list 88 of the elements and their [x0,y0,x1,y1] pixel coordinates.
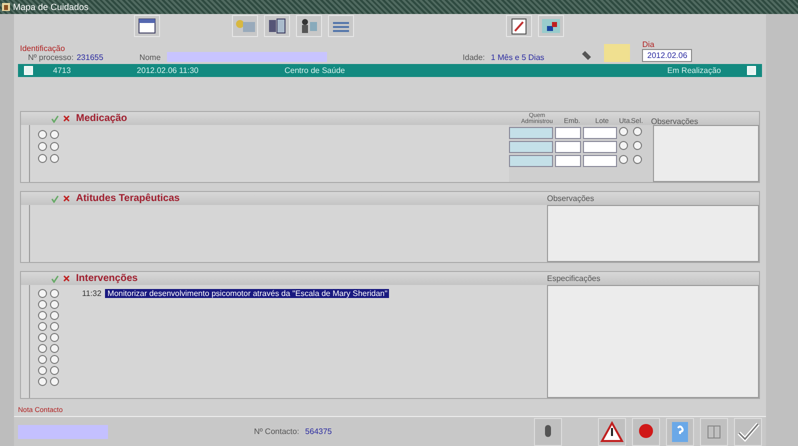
radio-button[interactable] [38,377,47,386]
age-value: 1 Mês e 5 Dias [490,53,544,62]
scroll-bar[interactable] [21,205,30,262]
column-header: Observações [651,118,700,124]
delete-icon[interactable] [63,275,70,282]
input-field[interactable] [583,127,617,139]
status-swatch [604,44,630,62]
section-title: Medicação [76,113,128,124]
radio-button[interactable] [50,154,59,162]
scroll-bar[interactable] [21,285,30,398]
notes-area[interactable] [547,205,759,262]
input-field[interactable] [509,141,553,153]
radio-button[interactable] [38,311,47,320]
pencil-icon[interactable] [506,15,532,37]
section-title: Intervenções [76,273,138,284]
radio-button[interactable] [50,366,59,375]
intervention-item[interactable]: Monitorizar desenvolvimento psicomotor através da "Escala de Mary Sheridan" [105,289,390,298]
radio-button[interactable] [633,155,642,164]
contact-number: 564375 [305,427,332,436]
radio-button[interactable] [633,127,642,136]
radio-button[interactable] [38,355,47,364]
field-label: Idade: [462,53,485,62]
radio-button[interactable] [38,142,47,150]
delete-icon[interactable] [63,195,70,202]
radio-button[interactable] [50,333,59,342]
radio-button[interactable] [38,130,47,138]
radio-button[interactable] [619,155,628,164]
input-field[interactable] [509,127,553,139]
radio-button[interactable] [38,300,47,309]
section-label: Identificação [20,44,66,53]
radio-button[interactable] [38,154,47,162]
radio-button[interactable] [38,366,47,375]
radio-button[interactable] [50,344,59,353]
radio-button[interactable] [619,127,628,136]
field-label: Dia [642,40,656,49]
radio-button[interactable] [38,344,47,353]
input-field[interactable] [509,155,553,167]
app-icon[interactable] [2,3,10,11]
alert-icon[interactable] [632,418,660,446]
radio-button[interactable] [38,322,47,331]
radio-button[interactable] [50,377,59,386]
episode-status: Em Realização [667,66,721,75]
document-icon[interactable] [264,15,290,37]
time-label: 11:32 [82,289,102,298]
episode-datetime: 2012.02.06 11:30 [136,66,198,75]
window-title: Mapa de Cuidados [13,2,89,12]
radio-button[interactable] [50,322,59,331]
radio-button[interactable] [619,141,628,150]
process-number: 231655 [76,53,104,62]
book-icon[interactable] [700,418,728,446]
episode-place: Centro de Saúde [284,66,345,75]
radio-button[interactable] [50,355,59,364]
input-field[interactable] [583,155,617,167]
radio-button[interactable] [50,130,59,138]
notes-area[interactable] [547,285,759,398]
radio-button[interactable] [50,311,59,320]
list-icon[interactable] [328,15,354,37]
check-icon[interactable] [51,114,59,122]
tag-icon[interactable] [580,50,592,62]
input-field[interactable] [555,127,581,139]
warning-icon[interactable] [598,418,626,446]
episode-number: 4713 [53,66,71,75]
radio-button[interactable] [50,300,59,309]
input-field[interactable] [555,155,581,167]
person-icon[interactable] [296,15,322,37]
notes-area[interactable] [653,125,759,182]
microphone-icon[interactable] [534,418,562,446]
column-header: Especificações [547,274,602,283]
delete-icon[interactable] [63,115,70,122]
field-label: Nome [139,53,161,62]
help-icon[interactable] [666,418,694,446]
radio-button[interactable] [633,141,642,150]
radio-button[interactable] [38,289,47,298]
field-label: Nº processo: [28,53,74,62]
input-field[interactable] [583,141,617,153]
radio-button[interactable] [38,333,47,342]
check-icon[interactable] [51,194,59,202]
calendar-icon[interactable] [134,15,160,37]
chart-icon[interactable] [538,15,564,37]
scroll-bar[interactable] [21,125,30,182]
radio-button[interactable] [50,142,59,150]
field-label: Nº Contacto: [254,427,300,436]
radio-button[interactable] [50,289,59,298]
check-icon[interactable] [51,274,59,282]
input-field[interactable] [555,141,581,153]
section-title: Atitudes Terapêuticas [76,193,180,204]
date-field[interactable]: 2012.02.06 [642,49,692,62]
column-header: Observações [547,194,596,203]
